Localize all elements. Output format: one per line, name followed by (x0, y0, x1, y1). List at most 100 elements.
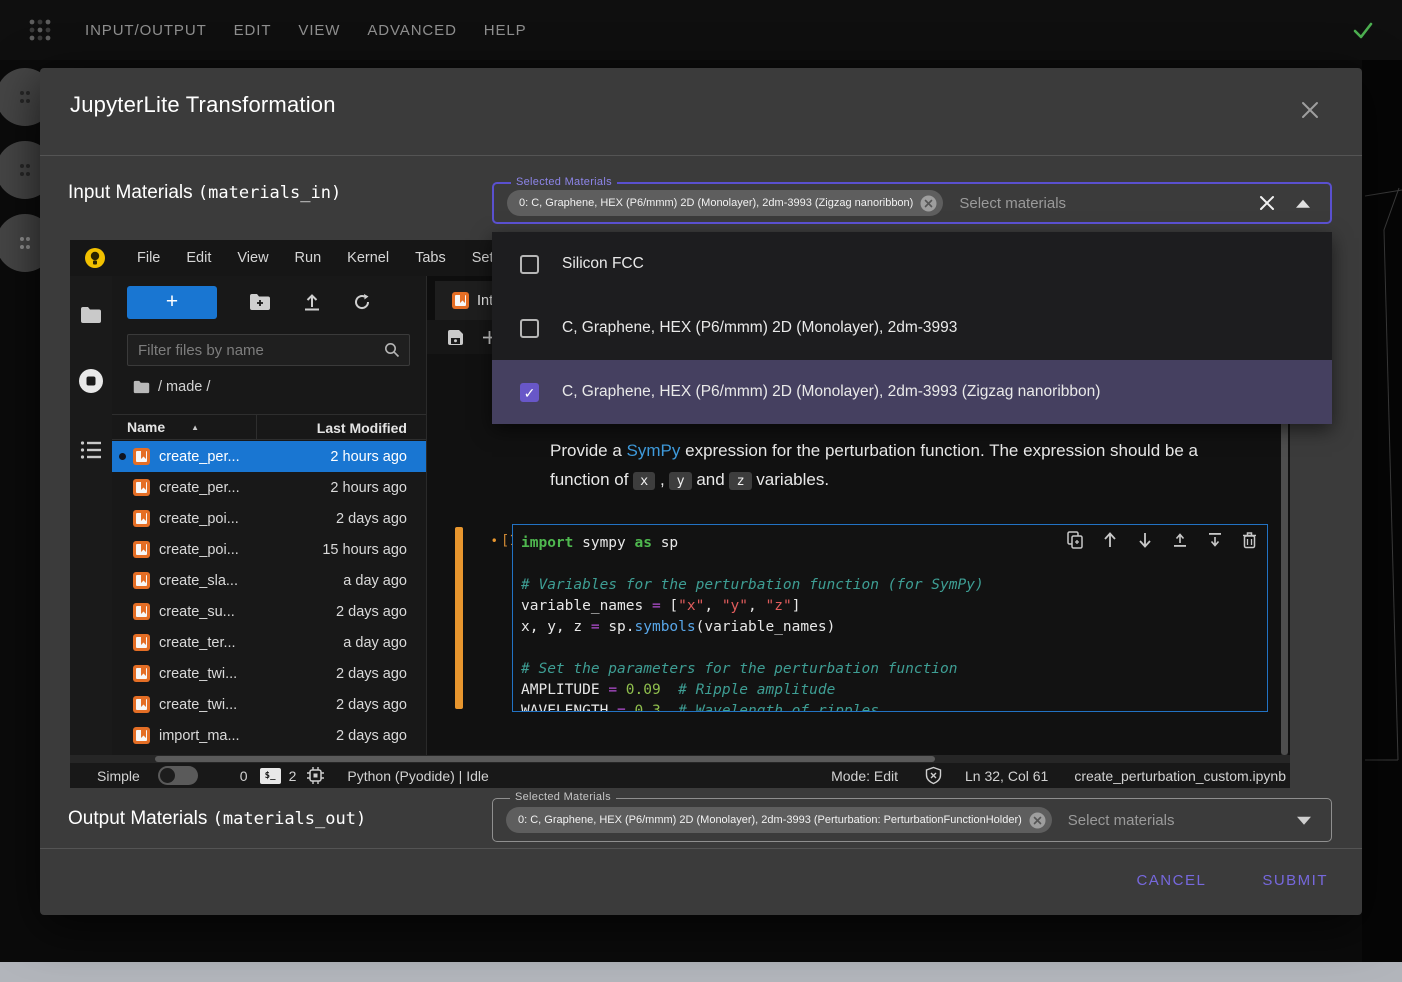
option-checkbox[interactable]: ✓ (520, 383, 539, 402)
horizontal-scrollbar-thumb[interactable] (155, 756, 935, 762)
option-label: C, Graphene, HEX (P6/mmm) 2D (Monolayer)… (562, 319, 957, 337)
collapse-icon[interactable] (1296, 200, 1310, 208)
simple-mode-toggle[interactable] (158, 766, 198, 785)
insert-cell-above-icon[interactable] (1172, 531, 1188, 549)
file-modified: 2 days ago (237, 666, 426, 682)
top-menu-item-view[interactable]: VIEW (298, 22, 340, 39)
new-folder-icon[interactable] (249, 293, 271, 311)
code-cell[interactable]: import sympy as sp # Variables for the p… (512, 524, 1268, 712)
option-checkbox[interactable] (520, 255, 539, 274)
app-grid-icon (27, 17, 53, 43)
screen: INPUT/OUTPUTEDITVIEWADVANCEDHELP Jupyter… (0, 0, 1402, 982)
jlab-menu-view[interactable]: View (224, 250, 281, 266)
toc-icon[interactable] (80, 440, 102, 460)
refresh-icon[interactable] (353, 293, 371, 311)
top-menu: INPUT/OUTPUT EDIT VIEW ADVANCED HELP (85, 22, 554, 39)
clear-selection-icon[interactable] (1258, 194, 1276, 212)
inline-code: z (729, 472, 751, 490)
kernel-status[interactable]: Python (Pyodide) | Idle (347, 768, 488, 784)
jlab-menu-edit[interactable]: Edit (173, 250, 224, 266)
new-launcher-button[interactable]: + (127, 286, 217, 319)
column-name[interactable]: Name ▲ (112, 419, 256, 435)
search-icon (384, 342, 400, 358)
simple-mode-label: Simple (97, 768, 140, 784)
file-row[interactable]: create_su...2 days ago (112, 596, 426, 627)
code-line (521, 554, 1267, 575)
dropdown-option-c-graphene-hex-p6-mmm-2d-monol[interactable]: C, Graphene, HEX (P6/mmm) 2D (Monolayer)… (492, 296, 1332, 360)
filter-files-input[interactable] (128, 342, 384, 359)
chip-remove-icon[interactable] (920, 195, 937, 212)
move-cell-down-icon[interactable] (1137, 531, 1153, 549)
submit-button[interactable]: SUBMIT (1260, 866, 1330, 895)
file-row[interactable]: create_per...2 hours ago (112, 472, 426, 503)
select-materials-placeholder[interactable]: Select materials (1068, 812, 1175, 829)
jlab-menu-file[interactable]: File (124, 250, 173, 266)
file-row[interactable]: create_poi...15 hours ago (112, 534, 426, 565)
file-row[interactable]: create_poi...2 days ago (112, 503, 426, 534)
input-materials-label: Input Materials (materials_in) (68, 182, 341, 204)
jupyterlite-logo-icon (84, 247, 106, 269)
file-row[interactable]: create_ter...a day ago (112, 627, 426, 658)
horizontal-scrollbar (70, 755, 1290, 763)
running-sessions-icon[interactable] (78, 368, 104, 394)
dropdown-option-c-graphene-hex-p6-mmm-2d-monol[interactable]: ✓C, Graphene, HEX (P6/mmm) 2D (Monolayer… (492, 360, 1332, 424)
cursor-position[interactable]: Ln 32, Col 61 (965, 768, 1048, 784)
sympy-link[interactable]: SymPy (627, 441, 681, 460)
input-materials-select[interactable]: Selected Materials 0: C, Graphene, HEX (… (492, 182, 1332, 224)
kernels-count[interactable]: 2 (289, 768, 297, 784)
material-chip[interactable]: 0: C, Graphene, HEX (P6/mmm) 2D (Monolay… (507, 190, 943, 216)
expand-icon[interactable] (1297, 817, 1311, 825)
insert-cell-below-icon[interactable] (1207, 531, 1223, 549)
select-materials-placeholder[interactable]: Select materials (959, 195, 1066, 212)
file-row[interactable]: import_ma...2 days ago (112, 720, 426, 751)
material-chip[interactable]: 0: C, Graphene, HEX (P6/mmm) 2D (Monolay… (506, 807, 1052, 833)
top-menu-item-help[interactable]: HELP (484, 22, 527, 39)
file-name: create_ter... (159, 635, 236, 651)
file-name: create_poi... (159, 511, 239, 527)
chip-remove-icon[interactable] (1029, 812, 1046, 829)
delete-cell-icon[interactable] (1242, 531, 1257, 549)
confirm-check-icon[interactable] (1350, 17, 1376, 43)
top-menu-item-input-output[interactable]: INPUT/OUTPUT (85, 22, 207, 39)
dropdown-option-silicon-fcc[interactable]: Silicon FCC (492, 232, 1332, 296)
dirty-indicator (119, 453, 126, 460)
file-row[interactable]: create_sla...a day ago (112, 565, 426, 596)
top-menu-item-edit[interactable]: EDIT (234, 22, 272, 39)
code-editor[interactable]: import sympy as sp # Variables for the p… (513, 525, 1267, 712)
top-menu-item-advanced[interactable]: ADVANCED (367, 22, 456, 39)
jlab-menu-tabs[interactable]: Tabs (402, 250, 459, 266)
trust-icon[interactable] (924, 766, 943, 785)
breadcrumb[interactable]: / made / (133, 379, 210, 395)
notebook-file-icon (133, 634, 150, 651)
move-cell-up-icon[interactable] (1102, 531, 1118, 549)
code-line: WAVELENGTH = 0.3 # Wavelength of ripples (521, 701, 1267, 712)
option-label: Silicon FCC (562, 255, 644, 273)
jlab-menu-run[interactable]: Run (282, 250, 335, 266)
folder-icon[interactable] (80, 306, 102, 324)
jlab-menu-kernel[interactable]: Kernel (334, 250, 402, 266)
terminals-count[interactable]: 0 (240, 768, 248, 784)
cell-collapser[interactable] (455, 527, 463, 709)
upload-icon[interactable] (303, 293, 321, 311)
notebook-file-icon (133, 510, 150, 527)
material-chip-label: 0: C, Graphene, HEX (P6/mmm) 2D (Monolay… (518, 814, 1022, 826)
output-materials-select[interactable]: Selected Materials 0: C, Graphene, HEX (… (492, 798, 1332, 842)
breadcrumb-path[interactable]: / made / (158, 379, 210, 395)
notebook-file-icon (133, 696, 150, 713)
terminal-icon: $_ (260, 768, 281, 784)
file-row[interactable]: create_per...2 hours ago (112, 441, 426, 472)
file-row[interactable]: create_twi...2 days ago (112, 658, 426, 689)
inline-code: y (669, 472, 691, 490)
save-icon[interactable] (447, 329, 464, 346)
cancel-button[interactable]: CANCEL (1134, 866, 1208, 895)
column-last-modified[interactable]: Last Modified (256, 415, 426, 439)
jupyterlab-left-sidebar (70, 276, 112, 788)
file-modified: a day ago (238, 573, 426, 589)
column-name-label: Name (127, 419, 165, 435)
option-checkbox[interactable] (520, 319, 539, 338)
duplicate-cell-icon[interactable] (1067, 531, 1083, 549)
code-line: AMPLITUDE = 0.09 # Ripple amplitude (521, 680, 1267, 701)
file-row[interactable]: create_twi...2 days ago (112, 689, 426, 720)
dialog-close-icon[interactable] (1298, 98, 1322, 122)
notebook-tab-icon (452, 292, 469, 309)
